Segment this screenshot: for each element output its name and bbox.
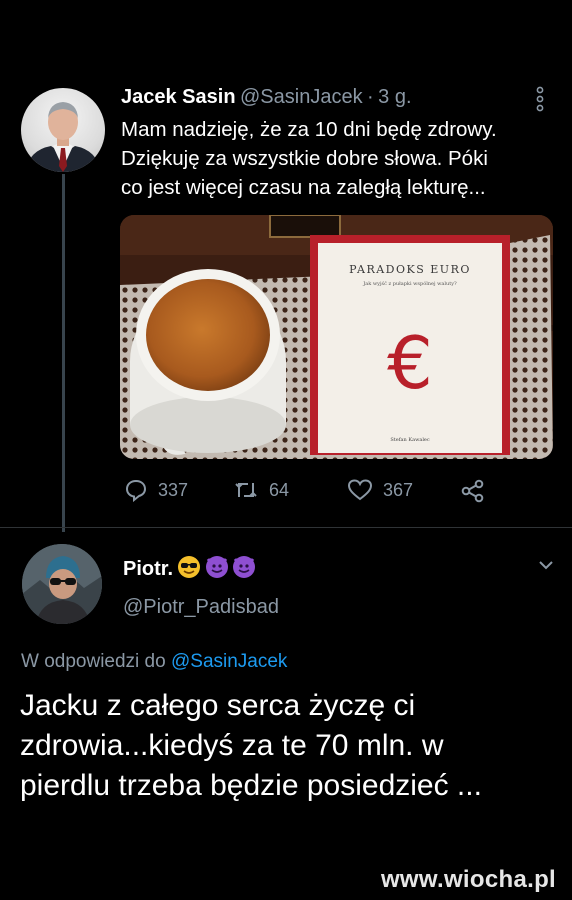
book-euro-symbol: € xyxy=(387,321,433,405)
smiling-devil-emoji-icon xyxy=(205,556,228,578)
reply-text-line: zdrowia...kiedyś za te 70 mln. w xyxy=(20,729,444,762)
share-icon xyxy=(461,479,484,503)
book-author: Stefan Kawalec xyxy=(390,437,430,443)
book-title: PARADOKS EURO xyxy=(349,263,471,276)
thread-connector-line xyxy=(62,174,65,532)
more-options-icon[interactable] xyxy=(533,85,547,113)
avatar-jacek-sasin[interactable] xyxy=(21,88,105,172)
reply-action[interactable]: 337 xyxy=(124,478,188,502)
chevron-down-icon[interactable] xyxy=(536,557,556,573)
retweet-icon xyxy=(235,483,257,497)
tweet-text-line: Mam nadzieję, że za 10 dni będę zdrowy. xyxy=(121,118,497,141)
reply-text-line: pierdlu trzeba będzie posiedzieć ... xyxy=(20,769,482,802)
reply-body: Jacku z całego serca życzę ci zdrowia...… xyxy=(20,686,560,806)
smiling-devil-emoji-icon xyxy=(233,556,256,578)
like-count: 367 xyxy=(383,479,414,500)
author-handle[interactable]: @SasinJacek xyxy=(240,86,363,108)
replying-to-line: W odpowiedzi do @SasinJacek xyxy=(21,651,287,673)
tweet-body: Mam nadzieję, że za 10 dni będę zdrowy. … xyxy=(121,115,561,202)
replying-to-prefix: W odpowiedzi do xyxy=(21,651,166,672)
tweet-timestamp[interactable]: 3 g. xyxy=(378,86,411,108)
reply-author-name[interactable]: Piotr. xyxy=(123,558,173,580)
retweet-action[interactable]: 64 xyxy=(233,478,289,502)
tweet-text-line: co jest więcej czasu na zaległą lekturę.… xyxy=(121,176,486,199)
reply-icon xyxy=(125,479,147,502)
tweet-header: Jacek Sasin @SasinJacek · 3 g. xyxy=(121,86,412,109)
tweet-text-line: Dziękuję za wszystkie dobre słowa. Póki xyxy=(121,147,488,170)
like-action[interactable]: 367 xyxy=(347,478,413,502)
replying-to-link[interactable]: @SasinJacek xyxy=(171,651,287,672)
reply-count: 337 xyxy=(158,479,189,500)
heart-icon xyxy=(347,479,373,501)
tweet-media-photo[interactable]: PARADOKS EURO Jak wyjść z pułapki wspóln… xyxy=(120,215,553,459)
reply-author-handle[interactable]: @Piotr_Padisbad xyxy=(123,596,279,619)
avatar-piotr[interactable] xyxy=(22,544,102,624)
sunglasses-emoji-icon xyxy=(178,556,201,578)
reply-author-row: Piotr. xyxy=(123,556,256,581)
header-separator: · xyxy=(367,86,374,108)
tweet-divider xyxy=(0,527,572,528)
retweet-count: 64 xyxy=(269,479,290,500)
watermark: www.wiocha.pl xyxy=(380,866,556,893)
book-subtitle: Jak wyjść z pułapki wspólnej waluty? xyxy=(363,281,457,287)
share-action[interactable] xyxy=(460,478,486,504)
author-name[interactable]: Jacek Sasin xyxy=(121,86,236,108)
reply-text-line: Jacku z całego serca życzę ci xyxy=(20,689,416,722)
